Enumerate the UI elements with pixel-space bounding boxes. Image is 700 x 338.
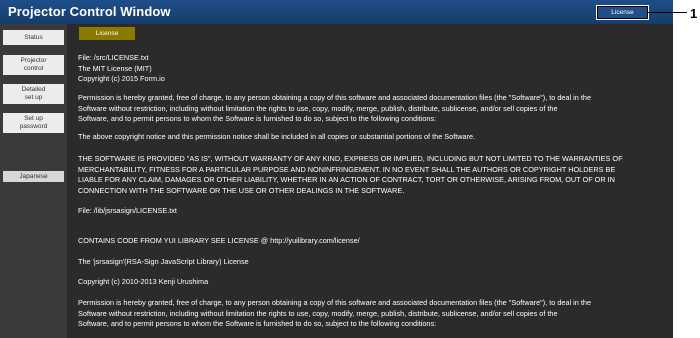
license-paragraph: Permission is hereby granted, free of ch… [78,298,592,329]
callout-line [647,12,687,13]
sidebar-item-status[interactable]: Status [3,30,64,45]
license-paragraph: File: /src/LICENSE.txt The MIT License (… [78,53,165,84]
license-paragraph: The above copyright notice and this perm… [78,132,476,141]
sidebar: Status Projector control Detailed set up… [0,24,67,338]
callout-number: 1 [690,6,698,21]
projector-control-window: Projector Control Window License Status … [0,0,673,338]
window-title: Projector Control Window [8,4,171,19]
title-bar: Projector Control Window License [0,0,673,24]
license-paragraph: Copyright (c) 2010-2013 Kenji Urushima [78,277,209,286]
sidebar-item-projector-control[interactable]: Projector control [3,55,64,75]
license-paragraph: File: /lib/jsrsasign/LICENSE.txt [78,206,177,215]
license-paragraph: The 'jsrsasign'(RSA-Sign JavaScript Libr… [78,257,249,266]
license-paragraph: CONTAINS CODE FROM YUI LIBRARY SEE LICEN… [78,236,360,245]
sidebar-item-setup-password[interactable]: Set up password [3,113,64,133]
tab-license[interactable]: License [79,27,135,40]
language-button[interactable]: Japanese [3,171,64,182]
sidebar-item-detailed-setup[interactable]: Detailed set up [3,84,64,104]
license-button[interactable]: License [596,5,649,20]
license-paragraph: Permission is hereby granted, free of ch… [78,93,592,124]
license-content: License File: /src/LICENSE.txt The MIT L… [71,24,673,338]
license-paragraph: THE SOFTWARE IS PROVIDED "AS IS", WITHOU… [78,154,623,195]
